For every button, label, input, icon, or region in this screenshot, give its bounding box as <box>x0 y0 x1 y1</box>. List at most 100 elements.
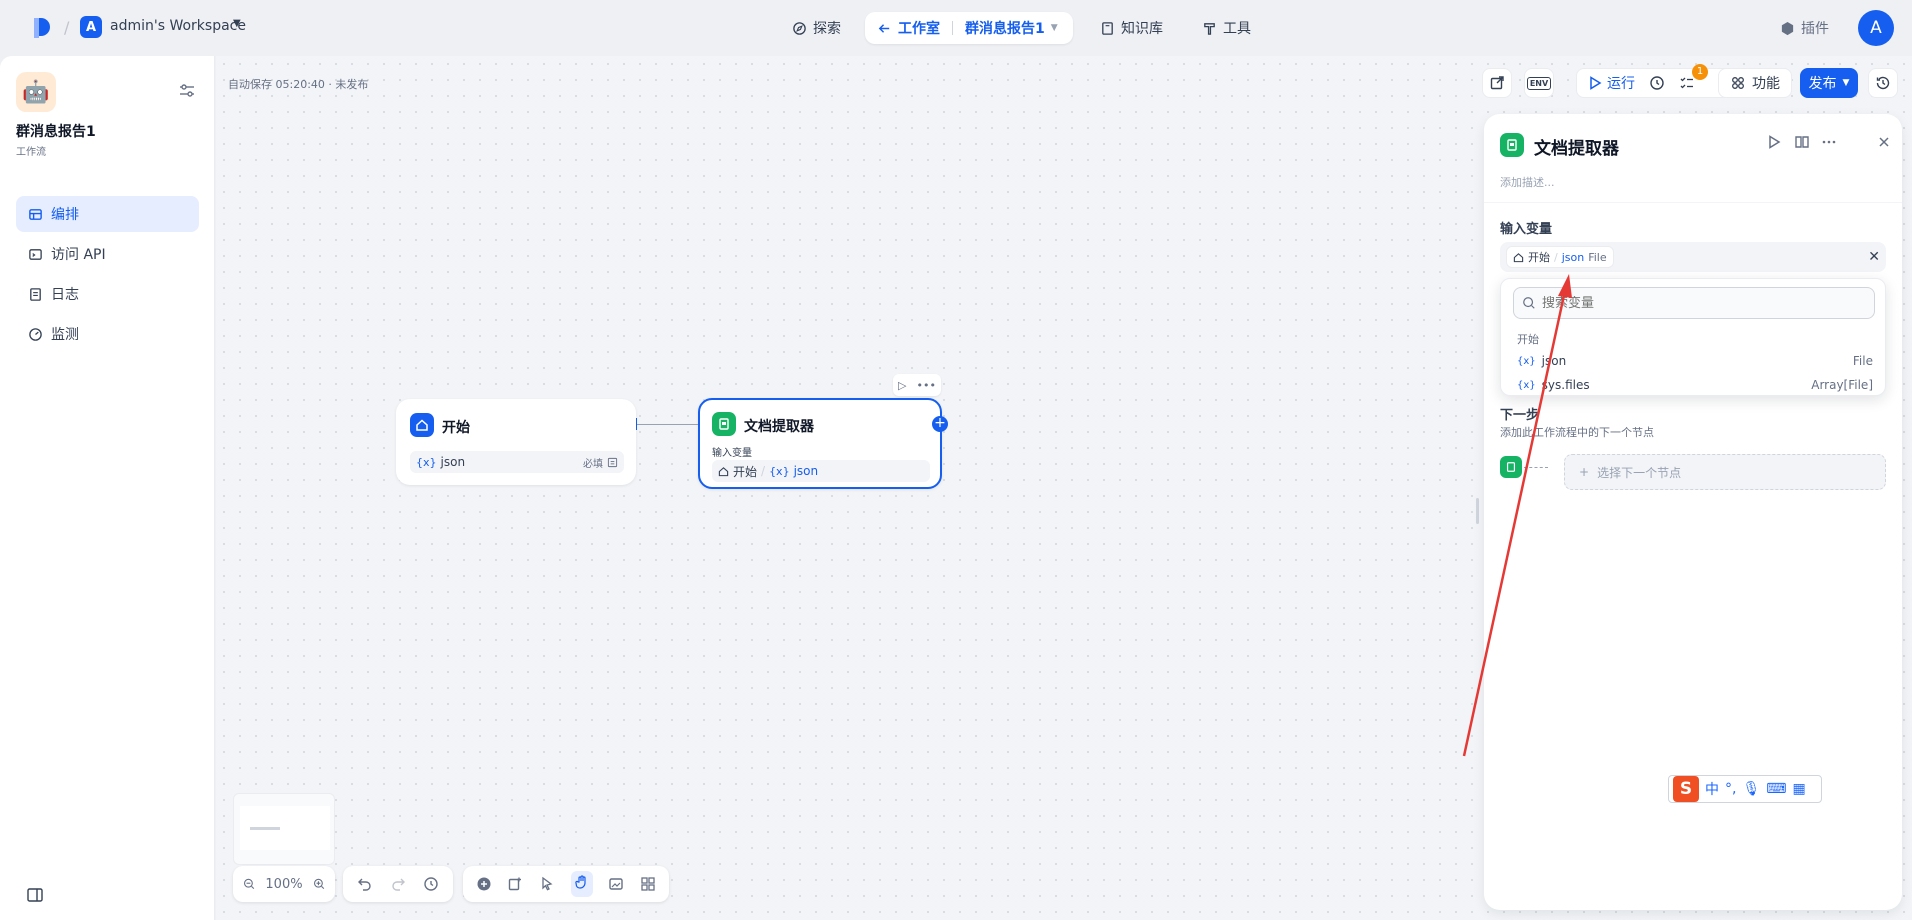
file-type-icon <box>607 457 618 467</box>
add-node-handle[interactable]: + <box>932 416 948 432</box>
current-app-name[interactable]: 群消息报告1 <box>965 18 1045 38</box>
path-separator: / <box>1554 250 1558 264</box>
more-icon[interactable] <box>1821 134 1837 150</box>
play-icon[interactable] <box>1766 134 1782 150</box>
play-icon <box>1590 76 1602 90</box>
top-bar: / A admin's Workspace ▼ 探索 工作室 群消息报告1 ▼ … <box>0 0 1912 56</box>
sogou-logo-icon[interactable]: S <box>1673 776 1699 802</box>
sidebar-item-orchestrate[interactable]: 编排 <box>16 196 199 232</box>
ime-language-toggle[interactable]: 中 <box>1705 779 1719 799</box>
path-separator: / <box>761 464 766 478</box>
version-history-button[interactable] <box>1868 68 1898 98</box>
dify-logo-icon[interactable] <box>30 16 52 40</box>
minimap-nodes <box>250 827 280 830</box>
sidebar-item-monitor[interactable]: 监测 <box>16 316 199 352</box>
search-icon <box>1523 297 1535 309</box>
doc-node-variable: 开始 / {x} json <box>712 460 930 482</box>
chevron-down-icon[interactable]: ▼ <box>1051 23 1058 33</box>
sidebar-item-logs[interactable]: 日志 <box>16 276 199 312</box>
variable-name: json <box>1561 250 1585 264</box>
variable-option-json[interactable]: {x} json File <box>1517 351 1873 371</box>
sidebar-item-label: 编排 <box>51 207 79 223</box>
zoom-level[interactable]: 100% <box>265 877 302 892</box>
sidebar-collapse-icon[interactable] <box>26 886 44 904</box>
history-icon <box>1876 76 1890 90</box>
nav-knowledge[interactable]: 知识库 <box>1088 12 1175 44</box>
option-name: json <box>1541 354 1567 368</box>
chevron-down-icon[interactable]: ▼ <box>233 18 241 29</box>
workspace-name[interactable]: admin's Workspace <box>110 18 246 34</box>
start-node-title: 开始 <box>442 420 470 436</box>
hammer-icon <box>1204 22 1215 35</box>
option-type: Array[File] <box>1811 378 1873 392</box>
sidebar-item-label: 日志 <box>51 287 79 303</box>
variable-search[interactable] <box>1513 287 1875 319</box>
book-icon <box>1102 21 1113 35</box>
variable-name: json <box>793 464 819 478</box>
sidebar-item-label: 访问 API <box>51 247 106 263</box>
preview-button[interactable] <box>1482 68 1512 98</box>
nav-studio[interactable]: 工作室 群消息报告1 ▼ <box>865 12 1073 44</box>
add-note-icon[interactable] <box>507 876 523 892</box>
features-button[interactable]: 功能 <box>1718 68 1792 98</box>
doc-extractor-node[interactable]: 文档提取器 输入变量 开始 / {x} json <box>698 398 942 489</box>
required-badge: 必填 <box>583 455 618 470</box>
sidebar-item-label: 监测 <box>51 327 79 343</box>
selected-variable-chip: 开始 / json File <box>1506 246 1614 268</box>
workflow-edge[interactable] <box>636 424 698 425</box>
keyboard-icon[interactable]: ⌨ <box>1766 781 1786 797</box>
start-node-variable: {x} json 必填 <box>410 451 624 473</box>
redo-icon[interactable] <box>390 876 406 892</box>
add-block-icon[interactable] <box>476 876 492 892</box>
doc-node-input-label: 输入变量 <box>712 448 752 459</box>
user-avatar[interactable]: A <box>1858 10 1894 46</box>
variable-dropdown: 开始 {x} json File {x} sys.files Array[Fil… <box>1500 278 1886 396</box>
nav-tools-label: 工具 <box>1223 21 1251 37</box>
compass-icon <box>793 21 806 35</box>
pointer-icon[interactable] <box>539 876 555 892</box>
nav-tools[interactable]: 工具 <box>1190 12 1263 44</box>
nav-explore[interactable]: 探索 <box>780 12 853 44</box>
export-image-icon[interactable] <box>608 876 624 892</box>
hand-tool[interactable] <box>570 871 593 897</box>
workspace-avatar[interactable]: A <box>80 16 102 38</box>
left-sidebar: 🤖 群消息报告1 工作流 编排 访问 API 日志 监测 <box>0 56 215 920</box>
variable-source: 开始 <box>1528 251 1550 264</box>
search-input[interactable] <box>1542 295 1862 311</box>
env-button[interactable]: ENV <box>1524 68 1554 98</box>
history-icon[interactable] <box>423 876 439 892</box>
zoom-in-icon[interactable] <box>313 876 325 892</box>
variable-option-sys-files[interactable]: {x} sys.files Array[File] <box>1517 375 1873 395</box>
panel-resize-handle[interactable] <box>1476 498 1479 524</box>
publish-button[interactable]: 发布 ▼ <box>1800 68 1858 98</box>
sidebar-item-api[interactable]: 访问 API <box>16 236 199 272</box>
minimap[interactable] <box>233 793 335 865</box>
more-icon[interactable]: ••• <box>917 379 936 392</box>
microphone-icon[interactable]: 🎙 <box>1742 781 1760 797</box>
sidebar-menu: 编排 访问 API 日志 监测 <box>16 196 199 356</box>
arrow-left-icon <box>878 23 890 33</box>
publish-label: 发布 <box>1808 76 1837 92</box>
run-history-icon[interactable] <box>1649 75 1665 91</box>
clear-icon[interactable]: ✕ <box>1868 249 1880 265</box>
variable-selector[interactable]: 开始 / json File ✕ <box>1500 242 1886 272</box>
punctuation-icon[interactable]: °, <box>1725 781 1736 797</box>
select-next-node-button[interactable]: + 选择下一个节点 <box>1564 454 1886 490</box>
close-icon[interactable] <box>1876 134 1892 150</box>
zoom-out-icon[interactable] <box>243 876 255 892</box>
book-open-icon[interactable] <box>1794 134 1810 150</box>
start-node[interactable]: 开始 {x} json 必填 <box>396 399 636 485</box>
checklist-icon[interactable] <box>1679 75 1695 91</box>
apps-grid-icon[interactable]: ▦ <box>1792 781 1805 797</box>
node-toolbar: ▷ ••• <box>893 374 941 396</box>
run-button[interactable]: 运行 <box>1587 73 1635 93</box>
plugins-link[interactable]: 插件 <box>1780 18 1829 38</box>
play-icon[interactable]: ▷ <box>898 379 906 392</box>
history-controls <box>343 866 453 902</box>
sliders-icon[interactable] <box>178 82 196 100</box>
panel-title[interactable]: 文档提取器 <box>1534 134 1619 159</box>
panel-actions <box>1766 134 1892 150</box>
undo-icon[interactable] <box>357 876 373 892</box>
description-placeholder[interactable]: 添加描述... <box>1500 174 1555 190</box>
organize-icon[interactable] <box>640 876 656 892</box>
